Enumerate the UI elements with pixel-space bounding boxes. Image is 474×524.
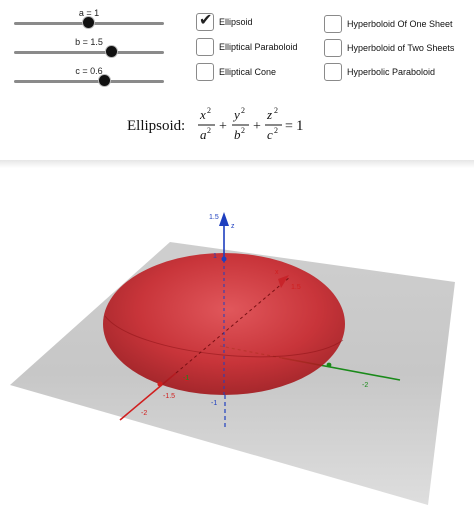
- frac-x-denominator: a: [200, 127, 207, 142]
- frac-c-exp: 2: [274, 126, 278, 135]
- checkbox-hyperbolic-paraboloid[interactable]: Hyperbolic Paraboloid: [324, 62, 435, 82]
- checkbox-hyperboloid-two-sheets[interactable]: Hyperboloid of Two Sheets: [324, 38, 454, 58]
- slider-b[interactable]: b = 1.5: [14, 37, 164, 59]
- slider-c-thumb[interactable]: [99, 75, 110, 86]
- z-tick-1-5: 1.5: [209, 214, 219, 221]
- checkmark-icon: ✔: [199, 12, 213, 29]
- checkbox-elliptical-cone[interactable]: Elliptical Cone: [196, 62, 276, 82]
- checkbox-ellipsoid-label: Ellipsoid: [219, 17, 253, 27]
- slider-c-track[interactable]: [14, 80, 164, 83]
- checkbox-hyperboloid-one-sheet-box[interactable]: [324, 15, 342, 33]
- frac-z-numerator: z: [266, 107, 272, 122]
- checkbox-elliptical-cone-label: Elliptical Cone: [219, 67, 277, 77]
- 3d-graphics-view[interactable]: 1.5 z 1 -1 x 1.5 -1 -1.5 -2 -2 -1: [0, 168, 474, 524]
- control-panel: a = 1 b = 1.5 c = 0.6 ✔ Ellipsoid Ellipt…: [0, 0, 474, 160]
- checkbox-elliptical-paraboloid[interactable]: Elliptical Paraboloid: [196, 37, 298, 57]
- equals-sign: =: [285, 119, 293, 134]
- checkbox-ellipsoid[interactable]: ✔ Ellipsoid: [196, 12, 253, 32]
- slider-b-track[interactable]: [14, 51, 164, 54]
- x-tick-1-5: 1.5: [291, 284, 301, 291]
- equation-colon: :: [181, 118, 185, 134]
- x-axis-point: [157, 381, 163, 387]
- checkbox-elliptical-paraboloid-label: Elliptical Paraboloid: [219, 42, 298, 52]
- checkbox-hyperboloid-two-sheets-label: Hyperboloid of Two Sheets: [347, 43, 455, 53]
- y-tick-neg-2: -2: [362, 382, 368, 389]
- equation-rhs: 1: [296, 118, 304, 134]
- checkbox-hyperbolic-paraboloid-label: Hyperbolic Paraboloid: [347, 67, 436, 77]
- checkbox-hyperboloid-one-sheet-label: Hyperboloid Of One Sheet: [347, 19, 453, 29]
- z-tick-neg-1: -1: [211, 400, 217, 407]
- frac-y-denominator: b: [234, 127, 241, 142]
- frac-z-exp: 2: [274, 106, 278, 115]
- plus-2: +: [253, 119, 261, 134]
- y-axis-point: [326, 362, 332, 368]
- frac-y-exp: 2: [241, 106, 245, 115]
- z-axis-arrow-icon: [219, 212, 229, 226]
- frac-z-denominator: c: [267, 127, 273, 142]
- checkbox-elliptical-paraboloid-box[interactable]: [196, 38, 214, 56]
- x-tick-neg-2: -2: [141, 410, 147, 417]
- slider-c[interactable]: c = 0.6: [14, 66, 164, 88]
- slider-a[interactable]: a = 1: [14, 8, 164, 30]
- z-intercept-point: [221, 256, 227, 262]
- panel-divider: [0, 160, 474, 168]
- frac-x-exp: 2: [207, 106, 211, 115]
- checkbox-hyperboloid-two-sheets-box[interactable]: [324, 39, 342, 57]
- z-tick-1: 1: [213, 253, 217, 260]
- slider-c-label: c = 0.6: [75, 66, 103, 76]
- frac-x-numerator: x: [199, 107, 206, 122]
- frac-b-exp: 2: [241, 126, 245, 135]
- x-tick-neg-1-5: -1.5: [163, 393, 175, 400]
- checkbox-ellipsoid-box[interactable]: ✔: [196, 12, 214, 31]
- equation-display: Ellipsoid : x 2 a 2 + y 2 b 2 + z 2 c 2 …: [127, 106, 304, 142]
- slider-b-thumb[interactable]: [106, 46, 117, 57]
- checkbox-hyperbolic-paraboloid-box[interactable]: [324, 63, 342, 81]
- checkbox-hyperboloid-one-sheet[interactable]: Hyperboloid Of One Sheet: [324, 14, 453, 34]
- checkbox-elliptical-cone-box[interactable]: [196, 63, 214, 81]
- x-axis-label: x: [275, 269, 279, 276]
- frac-y-numerator: y: [232, 107, 240, 122]
- slider-a-thumb[interactable]: [83, 17, 94, 28]
- equation-name: Ellipsoid: [127, 118, 182, 134]
- z-axis-label: z: [231, 223, 235, 230]
- y-tick-neg-1: -1: [183, 375, 189, 382]
- plus-1: +: [219, 119, 227, 134]
- slider-b-label: b = 1.5: [75, 37, 103, 47]
- frac-a-exp: 2: [207, 126, 211, 135]
